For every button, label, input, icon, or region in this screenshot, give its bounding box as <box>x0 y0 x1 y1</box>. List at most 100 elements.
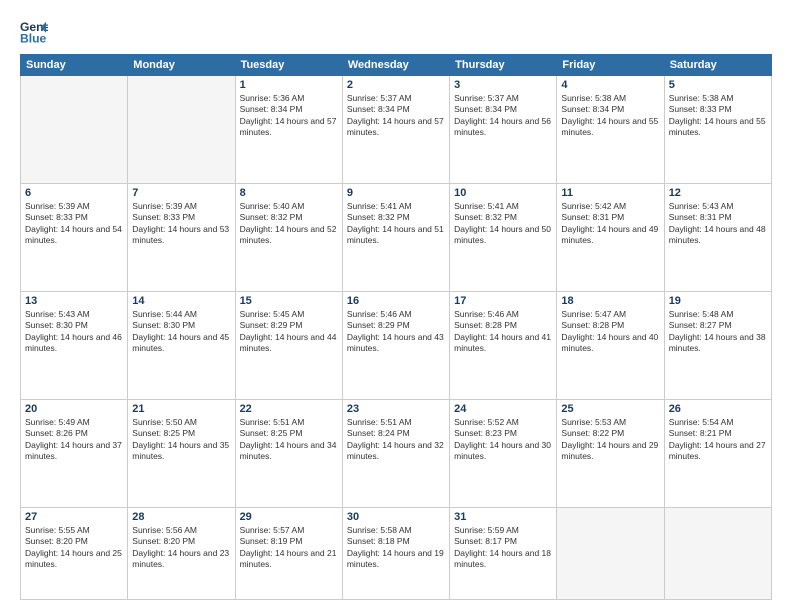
cell-info: Sunrise: 5:58 AM Sunset: 8:18 PM Dayligh… <box>347 525 445 571</box>
day-number: 7 <box>132 187 230 199</box>
day-number: 29 <box>240 511 338 523</box>
cell-info: Sunrise: 5:56 AM Sunset: 8:20 PM Dayligh… <box>132 525 230 571</box>
cell-info: Sunrise: 5:39 AM Sunset: 8:33 PM Dayligh… <box>132 201 230 247</box>
calendar-cell <box>664 507 771 599</box>
calendar-cell: 3Sunrise: 5:37 AM Sunset: 8:34 PM Daylig… <box>450 76 557 184</box>
cell-info: Sunrise: 5:46 AM Sunset: 8:28 PM Dayligh… <box>454 309 552 355</box>
calendar-cell: 20 Sunrise: 5:49 AM Sunset: 8:26 PM Dayli… <box>21 399 128 507</box>
day-header-monday: Monday <box>128 55 235 76</box>
calendar-cell: 25 Sunrise: 5:53 AM Sunset: 8:22 PM Dayli… <box>557 399 664 507</box>
cell-info: Sunrise: 5:51 AM Sunset: 8:25 PM Dayligh… <box>240 417 338 463</box>
calendar-cell: 17 Sunrise: 5:46 AM Sunset: 8:28 PM Dayli… <box>450 291 557 399</box>
header: General Blue <box>20 18 772 46</box>
day-number: 6 <box>25 187 123 199</box>
cell-info: Sunrise: 5:55 AM Sunset: 8:20 PM Dayligh… <box>25 525 123 571</box>
calendar-header-row: SundayMondayTuesdayWednesdayThursdayFrid… <box>21 55 772 76</box>
cell-info: Sunrise: 5:38 AM Sunset: 8:33 PM Dayligh… <box>669 93 767 139</box>
day-header-thursday: Thursday <box>450 55 557 76</box>
calendar-cell <box>557 507 664 599</box>
cell-info: Sunrise: 5:59 AM Sunset: 8:17 PM Dayligh… <box>454 525 552 571</box>
day-header-tuesday: Tuesday <box>235 55 342 76</box>
cell-info: Sunrise: 5:50 AM Sunset: 8:25 PM Dayligh… <box>132 417 230 463</box>
cell-info: Sunrise: 5:51 AM Sunset: 8:24 PM Dayligh… <box>347 417 445 463</box>
day-number: 30 <box>347 511 445 523</box>
day-number: 8 <box>240 187 338 199</box>
calendar-week-row: 20 Sunrise: 5:49 AM Sunset: 8:26 PM Dayli… <box>21 399 772 507</box>
calendar-cell: 23 Sunrise: 5:51 AM Sunset: 8:24 PM Dayli… <box>342 399 449 507</box>
day-number: 2 <box>347 79 445 91</box>
calendar-cell: 14 Sunrise: 5:44 AM Sunset: 8:30 PM Dayli… <box>128 291 235 399</box>
day-number: 19 <box>669 295 767 307</box>
day-number: 11 <box>561 187 659 199</box>
calendar-cell: 15Sunrise: 5:45 AM Sunset: 8:29 PM Dayli… <box>235 291 342 399</box>
calendar-page: General Blue SundayMondayTuesdayWednesda… <box>0 0 792 612</box>
cell-info: Sunrise: 5:37 AM Sunset: 8:34 PM Dayligh… <box>347 93 445 139</box>
calendar-cell: 12 Sunrise: 5:43 AM Sunset: 8:31 PM Dayli… <box>664 183 771 291</box>
cell-info: Sunrise: 5:52 AM Sunset: 8:23 PM Dayligh… <box>454 417 552 463</box>
calendar-cell: 30 Sunrise: 5:58 AM Sunset: 8:18 PM Dayli… <box>342 507 449 599</box>
day-number: 27 <box>25 511 123 523</box>
calendar-cell: 6 Sunrise: 5:39 AM Sunset: 8:33 PM Daylig… <box>21 183 128 291</box>
day-number: 28 <box>132 511 230 523</box>
calendar-cell: 26 Sunrise: 5:54 AM Sunset: 8:21 PM Dayli… <box>664 399 771 507</box>
day-number: 22 <box>240 403 338 415</box>
calendar-cell: 31 Sunrise: 5:59 AM Sunset: 8:17 PM Dayli… <box>450 507 557 599</box>
calendar-cell <box>128 76 235 184</box>
day-header-sunday: Sunday <box>21 55 128 76</box>
day-number: 9 <box>347 187 445 199</box>
day-number: 10 <box>454 187 552 199</box>
cell-info: Sunrise: 5:46 AM Sunset: 8:29 PM Dayligh… <box>347 309 445 355</box>
cell-info: Sunrise: 5:39 AM Sunset: 8:33 PM Dayligh… <box>25 201 123 247</box>
cell-info: Sunrise: 5:47 AM Sunset: 8:28 PM Dayligh… <box>561 309 659 355</box>
cell-info: Sunrise: 5:43 AM Sunset: 8:31 PM Dayligh… <box>669 201 767 247</box>
calendar-cell: 28 Sunrise: 5:56 AM Sunset: 8:20 PM Dayli… <box>128 507 235 599</box>
cell-info: Sunrise: 5:44 AM Sunset: 8:30 PM Dayligh… <box>132 309 230 355</box>
day-number: 26 <box>669 403 767 415</box>
day-number: 20 <box>25 403 123 415</box>
day-number: 12 <box>669 187 767 199</box>
day-number: 25 <box>561 403 659 415</box>
calendar-cell: 16 Sunrise: 5:46 AM Sunset: 8:29 PM Dayli… <box>342 291 449 399</box>
calendar-cell: 10Sunrise: 5:41 AM Sunset: 8:32 PM Dayli… <box>450 183 557 291</box>
calendar-cell: 7 Sunrise: 5:39 AM Sunset: 8:33 PM Daylig… <box>128 183 235 291</box>
day-number: 17 <box>454 295 552 307</box>
svg-text:Blue: Blue <box>20 31 47 45</box>
calendar-cell: 27 Sunrise: 5:55 AM Sunset: 8:20 PM Dayli… <box>21 507 128 599</box>
calendar-cell: 18Sunrise: 5:47 AM Sunset: 8:28 PM Dayli… <box>557 291 664 399</box>
cell-info: Sunrise: 5:45 AM Sunset: 8:29 PM Dayligh… <box>240 309 338 355</box>
logo-icon: General Blue <box>20 18 48 46</box>
calendar-cell <box>21 76 128 184</box>
cell-info: Sunrise: 5:54 AM Sunset: 8:21 PM Dayligh… <box>669 417 767 463</box>
calendar-week-row: 1 Sunrise: 5:36 AM Sunset: 8:34 PM Daylig… <box>21 76 772 184</box>
cell-info: Sunrise: 5:41 AM Sunset: 8:32 PM Dayligh… <box>347 201 445 247</box>
day-number: 31 <box>454 511 552 523</box>
cell-info: Sunrise: 5:57 AM Sunset: 8:19 PM Dayligh… <box>240 525 338 571</box>
calendar-cell: 13Sunrise: 5:43 AM Sunset: 8:30 PM Dayli… <box>21 291 128 399</box>
calendar-cell: 21 Sunrise: 5:50 AM Sunset: 8:25 PM Dayli… <box>128 399 235 507</box>
calendar-cell: 2 Sunrise: 5:37 AM Sunset: 8:34 PM Daylig… <box>342 76 449 184</box>
day-number: 1 <box>240 79 338 91</box>
day-number: 23 <box>347 403 445 415</box>
calendar-week-row: 13Sunrise: 5:43 AM Sunset: 8:30 PM Dayli… <box>21 291 772 399</box>
cell-info: Sunrise: 5:49 AM Sunset: 8:26 PM Dayligh… <box>25 417 123 463</box>
calendar-cell: 5 Sunrise: 5:38 AM Sunset: 8:33 PM Daylig… <box>664 76 771 184</box>
calendar-cell: 24 Sunrise: 5:52 AM Sunset: 8:23 PM Dayli… <box>450 399 557 507</box>
calendar-cell: 9 Sunrise: 5:41 AM Sunset: 8:32 PM Daylig… <box>342 183 449 291</box>
calendar-cell: 19 Sunrise: 5:48 AM Sunset: 8:27 PM Dayli… <box>664 291 771 399</box>
cell-info: Sunrise: 5:48 AM Sunset: 8:27 PM Dayligh… <box>669 309 767 355</box>
day-number: 16 <box>347 295 445 307</box>
day-number: 24 <box>454 403 552 415</box>
day-number: 14 <box>132 295 230 307</box>
calendar-table: SundayMondayTuesdayWednesdayThursdayFrid… <box>20 54 772 600</box>
cell-info: Sunrise: 5:36 AM Sunset: 8:34 PM Dayligh… <box>240 93 338 139</box>
calendar-cell: 22 Sunrise: 5:51 AM Sunset: 8:25 PM Dayli… <box>235 399 342 507</box>
calendar-cell: 11Sunrise: 5:42 AM Sunset: 8:31 PM Dayli… <box>557 183 664 291</box>
cell-info: Sunrise: 5:53 AM Sunset: 8:22 PM Dayligh… <box>561 417 659 463</box>
day-number: 21 <box>132 403 230 415</box>
day-number: 5 <box>669 79 767 91</box>
cell-info: Sunrise: 5:43 AM Sunset: 8:30 PM Dayligh… <box>25 309 123 355</box>
calendar-week-row: 27 Sunrise: 5:55 AM Sunset: 8:20 PM Dayli… <box>21 507 772 599</box>
day-header-wednesday: Wednesday <box>342 55 449 76</box>
calendar-cell: 8Sunrise: 5:40 AM Sunset: 8:32 PM Daylig… <box>235 183 342 291</box>
day-header-friday: Friday <box>557 55 664 76</box>
